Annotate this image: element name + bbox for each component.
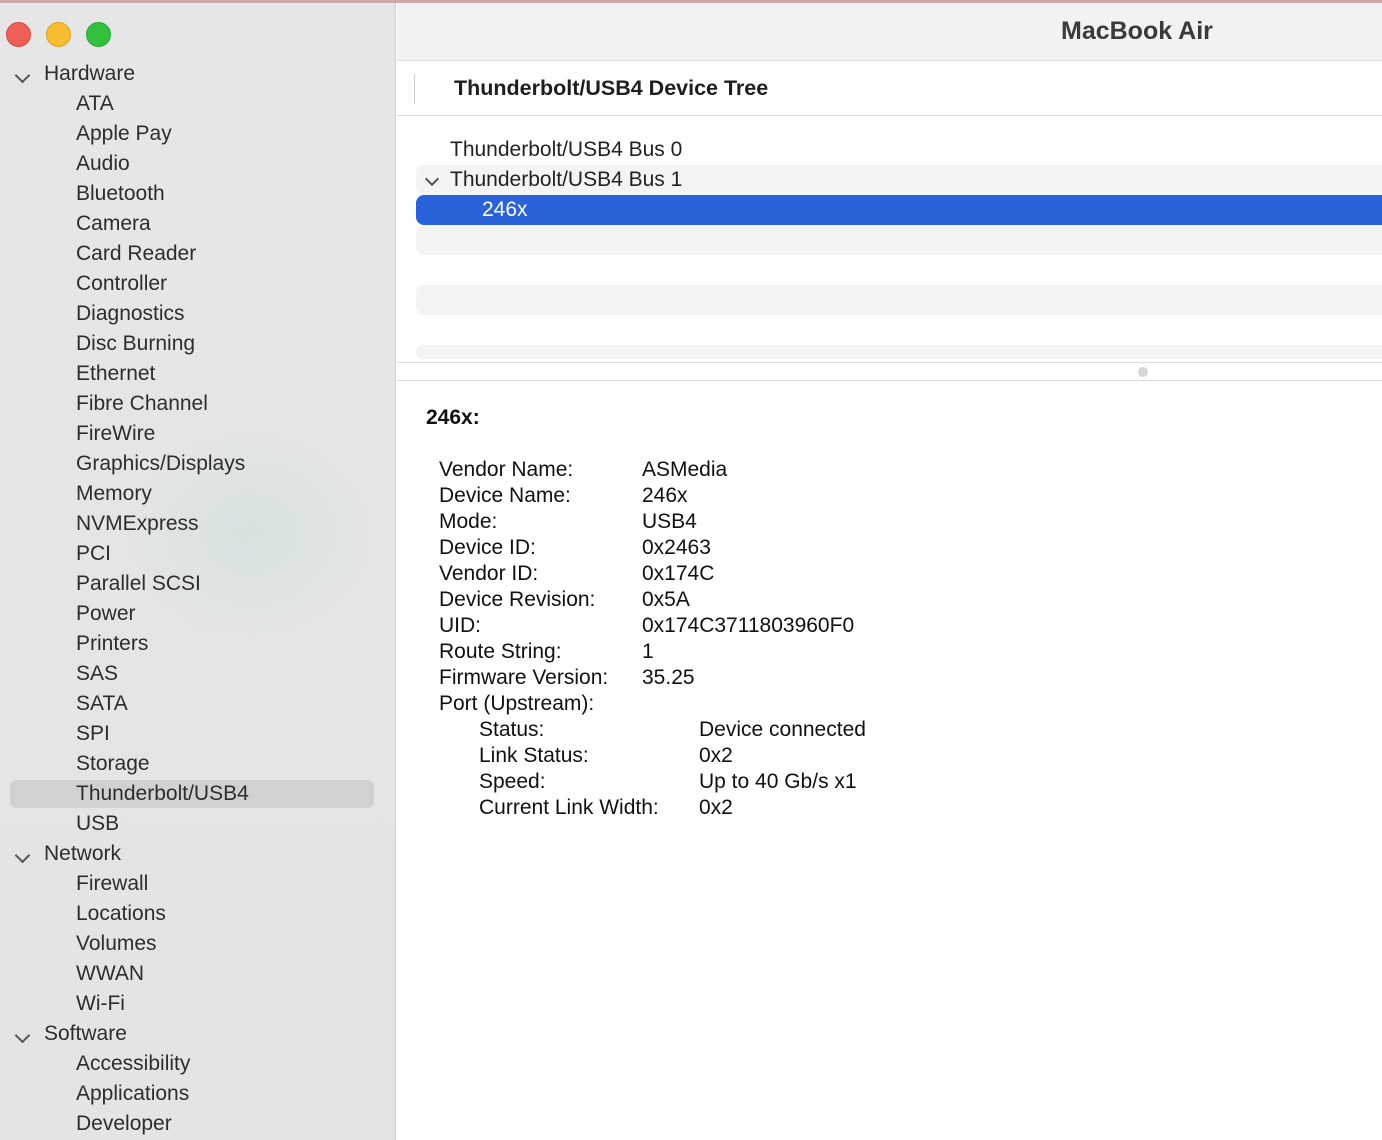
sidebar-item-fibre-channel[interactable]: Fibre Channel <box>0 389 396 419</box>
chevron-down-icon[interactable] <box>14 1027 31 1044</box>
chevron-down-icon[interactable] <box>14 847 31 864</box>
sidebar-item-accessibility[interactable]: Accessibility <box>0 1049 396 1079</box>
sidebar-item-wwan[interactable]: WWAN <box>0 959 396 989</box>
property-row: Vendor ID: 0x174C <box>439 562 715 585</box>
split-view-divider[interactable] <box>397 362 1382 381</box>
sidebar-item-printers[interactable]: Printers <box>0 629 396 659</box>
sidebar-item-audio[interactable]: Audio <box>0 149 396 179</box>
detail-panel: 246x: Vendor Name: ASMedia Device Name: 24… <box>426 403 1366 819</box>
sidebar-item-applications[interactable]: Applications <box>0 1079 396 1109</box>
property-row: UID: 0x174C3711803960F0 <box>439 614 855 637</box>
sidebar-item-disc-burning[interactable]: Disc Burning <box>0 329 396 359</box>
sidebar-item-firewire[interactable]: FireWire <box>0 419 396 449</box>
sidebar-group-hardware[interactable]: Hardware <box>0 59 396 89</box>
sidebar-item-graphics-displays[interactable]: Graphics/Displays <box>0 449 396 479</box>
device-tree-list: Thunderbolt/USB4 Bus 0 Thunderbolt/USB4 … <box>416 135 1382 359</box>
property-row: Firmware Version: 35.25 <box>439 666 695 689</box>
property-row: Device ID: 0x2463 <box>439 536 711 559</box>
tree-row-device-246x[interactable]: 246x <box>416 195 1382 225</box>
sidebar-group-network[interactable]: Network <box>0 839 396 869</box>
tree-row-empty <box>416 285 1382 315</box>
sidebar-item-ethernet[interactable]: Ethernet <box>0 359 396 389</box>
property-list: Vendor Name: ASMedia Device Name: 246x Mod… <box>439 457 1339 821</box>
title-bar: MacBook Air <box>397 3 1382 61</box>
sidebar-tree: Hardware ATA Apple Pay Audio Bluetooth C… <box>0 59 396 1139</box>
chevron-down-icon[interactable] <box>14 67 31 84</box>
zoom-window-button[interactable] <box>86 22 111 47</box>
tree-row-empty <box>416 255 1382 285</box>
property-row: Device Name: 246x <box>439 484 688 507</box>
tree-row-bus-0[interactable]: Thunderbolt/USB4 Bus 0 <box>416 135 1382 165</box>
property-row: Vendor Name: ASMedia <box>439 458 728 481</box>
sidebar-item-locations[interactable]: Locations <box>0 899 396 929</box>
sidebar-item-developer[interactable]: Developer <box>0 1109 396 1139</box>
sidebar: Hardware ATA Apple Pay Audio Bluetooth C… <box>0 3 396 1140</box>
sidebar-item-card-reader[interactable]: Card Reader <box>0 239 396 269</box>
tree-row-bus-1[interactable]: Thunderbolt/USB4 Bus 1 <box>416 165 1382 195</box>
sidebar-item-firewall[interactable]: Firewall <box>0 869 396 899</box>
sidebar-item-apple-pay[interactable]: Apple Pay <box>0 119 396 149</box>
sidebar-item-sata[interactable]: SATA <box>0 689 396 719</box>
port-property-row: Speed: Up to 40 Gb/s x1 <box>479 770 857 793</box>
sidebar-item-memory[interactable]: Memory <box>0 479 396 509</box>
sidebar-item-pci[interactable]: PCI <box>0 539 396 569</box>
sidebar-item-power[interactable]: Power <box>0 599 396 629</box>
sidebar-item-storage[interactable]: Storage <box>0 749 396 779</box>
window-title: MacBook Air <box>1061 17 1213 45</box>
device-tree-header: Thunderbolt/USB4 Device Tree <box>397 62 1382 116</box>
sidebar-item-volumes[interactable]: Volumes <box>0 929 396 959</box>
main-pane: MacBook Air Thunderbolt/USB4 Device Tree… <box>397 3 1382 1140</box>
chevron-down-icon[interactable] <box>424 171 440 187</box>
port-property-row: Status: Device connected <box>479 718 866 741</box>
sidebar-item-controller[interactable]: Controller <box>0 269 396 299</box>
system-information-window: Hardware ATA Apple Pay Audio Bluetooth C… <box>0 0 1382 1140</box>
sidebar-item-nvmexpress[interactable]: NVMExpress <box>0 509 396 539</box>
sidebar-item-parallel-scsi[interactable]: Parallel SCSI <box>0 569 396 599</box>
sidebar-item-bluetooth[interactable]: Bluetooth <box>0 179 396 209</box>
minimize-window-button[interactable] <box>46 22 71 47</box>
tree-row-empty <box>416 315 1382 345</box>
sidebar-item-usb[interactable]: USB <box>0 809 396 839</box>
property-row: Route String: 1 <box>439 640 654 663</box>
sidebar-item-camera[interactable]: Camera <box>0 209 396 239</box>
device-tree-title[interactable]: Thunderbolt/USB4 Device Tree <box>454 76 768 101</box>
close-window-button[interactable] <box>6 22 31 47</box>
port-property-row: Current Link Width: 0x2 <box>479 796 733 819</box>
property-row: Mode: USB4 <box>439 510 697 533</box>
sidebar-group-software[interactable]: Software <box>0 1019 396 1049</box>
header-separator <box>414 74 415 104</box>
port-property-row: Link Status: 0x2 <box>479 744 733 767</box>
tree-row-empty <box>416 225 1382 255</box>
property-row: Device Revision: 0x5A <box>439 588 690 611</box>
tree-row-empty <box>416 345 1382 359</box>
sidebar-item-diagnostics[interactable]: Diagnostics <box>0 299 396 329</box>
divider-handle[interactable] <box>1138 367 1148 377</box>
sidebar-item-thunderbolt-usb4[interactable]: Thunderbolt/USB4 <box>0 779 396 809</box>
sidebar-item-wi-fi[interactable]: Wi-Fi <box>0 989 396 1019</box>
sidebar-item-ata[interactable]: ATA <box>0 89 396 119</box>
sidebar-item-spi[interactable]: SPI <box>0 719 396 749</box>
sidebar-item-sas[interactable]: SAS <box>0 659 396 689</box>
property-row: Port (Upstream): <box>439 692 595 715</box>
detail-title: 246x: <box>426 406 480 429</box>
